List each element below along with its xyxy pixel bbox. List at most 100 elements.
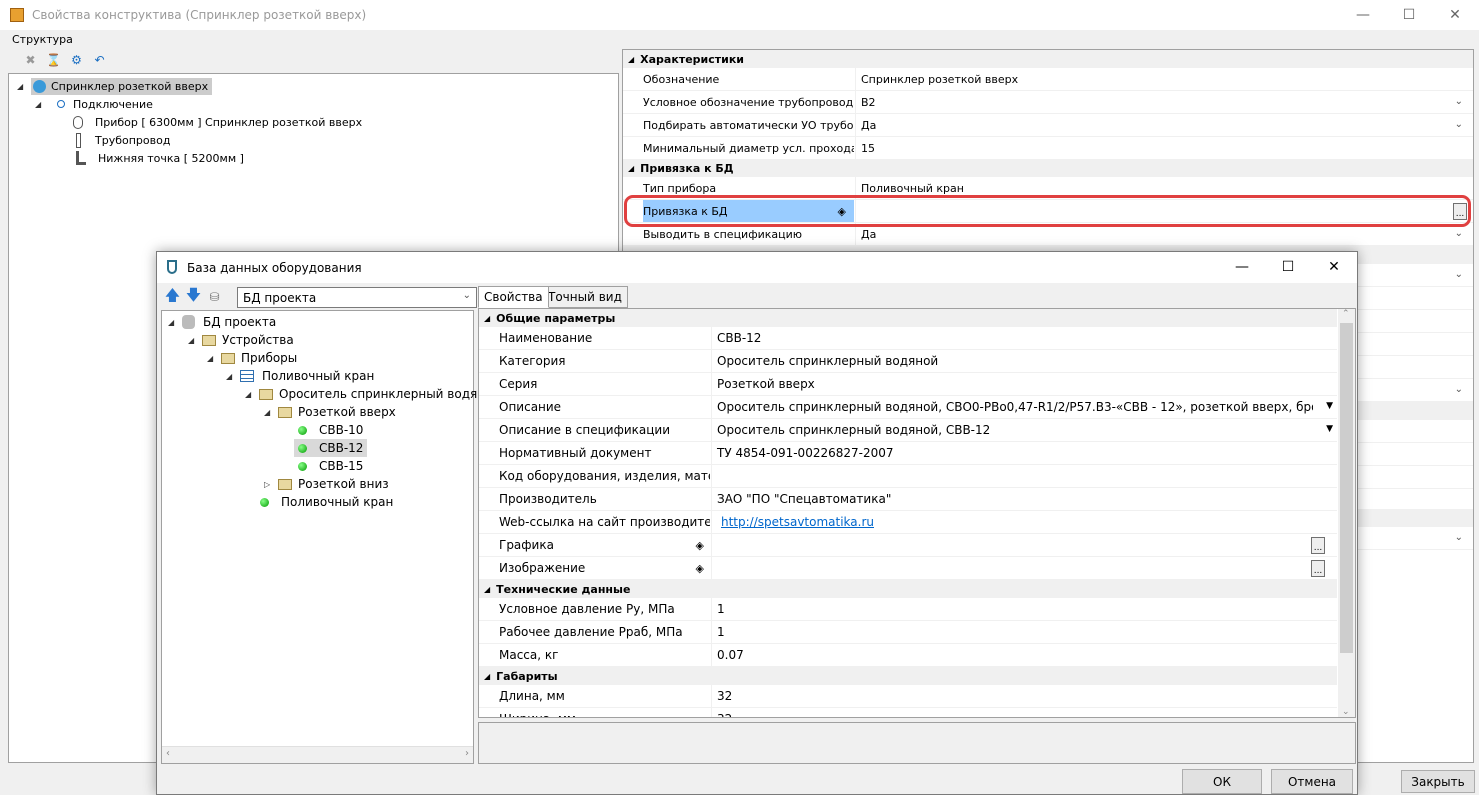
db-nav-toolbar: 🡅 🡇 ⛁ БД проекта ⌄ xyxy=(164,286,477,308)
dropdown-arrow-icon[interactable]: ▼ xyxy=(1326,401,1333,411)
tree-item-connection[interactable]: ◢ Подключение xyxy=(35,95,153,113)
minimize-icon[interactable]: — xyxy=(1340,0,1386,30)
tree-item-instruments[interactable]: ◢ Приборы xyxy=(207,349,297,367)
filter-icon[interactable]: ⌛ xyxy=(45,52,62,68)
maximize-icon[interactable]: ☐ xyxy=(1265,252,1311,282)
tree-item-label: Нижняя точка [ 5200мм ] xyxy=(98,151,244,165)
minimize-icon[interactable]: — xyxy=(1219,252,1265,282)
prop-row[interactable]: Нормативный документ ТУ 4854-091-00226827… xyxy=(479,442,1337,465)
prop-row[interactable]: Масса, кг 0.07 xyxy=(479,644,1337,667)
scroll-up-icon[interactable]: ⌃ xyxy=(1342,309,1350,319)
expand-icon[interactable]: ◢ xyxy=(188,336,196,345)
undo-icon[interactable]: ↶ xyxy=(91,52,108,68)
dropdown-arrow-icon[interactable]: ▼ xyxy=(1326,424,1333,434)
prop-row[interactable]: Наименование СВВ-12 xyxy=(479,327,1337,350)
prop-row[interactable]: Графика ◈... xyxy=(479,534,1337,557)
expand-icon[interactable]: ◢ xyxy=(264,408,272,417)
tree-item-rosette-down[interactable]: ▷ Розеткой вниз xyxy=(264,475,389,493)
close-icon[interactable]: ✕ xyxy=(1432,0,1478,30)
tree-item-watering-tap-table[interactable]: ◢ Поливочный кран xyxy=(226,367,374,385)
db-tree[interactable]: ◢ БД проекта ◢ Устройства ◢ Приборы ◢ По… xyxy=(161,310,492,764)
prop-row[interactable]: Рабочее давление Рраб, МПа 1 xyxy=(479,621,1337,644)
chevron-down-icon[interactable]: ⌄ xyxy=(1455,269,1463,280)
expand-icon[interactable]: ◢ xyxy=(226,372,234,381)
collapse-icon[interactable]: ◢ xyxy=(484,672,490,681)
expand-icon[interactable]: ◢ xyxy=(245,390,253,399)
prop-row[interactable]: Серия Розеткой вверх xyxy=(479,373,1337,396)
prop-row[interactable]: Длина, мм 32 xyxy=(479,685,1337,708)
maximize-icon[interactable]: ☐ xyxy=(1386,0,1432,30)
arrow-up-icon[interactable]: 🡅 xyxy=(164,286,181,305)
cancel-button[interactable]: Отмена xyxy=(1271,769,1353,794)
tree-item-watering-tap[interactable]: Поливочный кран xyxy=(260,493,393,511)
prop-row[interactable]: Категория Ороситель спринклерный водяной xyxy=(479,350,1337,373)
close-icon[interactable]: ✕ xyxy=(1311,252,1357,282)
tree-item-bottom-point[interactable]: Нижняя точка [ 5200мм ] xyxy=(73,149,244,167)
chevron-down-icon[interactable]: ⌄ xyxy=(463,290,471,301)
horizontal-scrollbar[interactable]: ‹ › xyxy=(162,746,473,763)
prop-row[interactable]: Web-ссылка на сайт производителя http://s… xyxy=(479,511,1337,534)
expand-icon[interactable]: ◢ xyxy=(17,82,25,91)
collapse-icon[interactable]: ◢ xyxy=(628,164,634,173)
chevron-down-icon[interactable]: ⌄ xyxy=(1455,228,1463,239)
chevron-down-icon[interactable]: ⌄ xyxy=(1455,119,1463,130)
sprinkler-icon xyxy=(33,79,46,93)
db-select[interactable]: БД проекта ⌄ xyxy=(237,287,477,308)
chevron-down-icon[interactable]: ⌄ xyxy=(1455,384,1463,395)
category-technical[interactable]: ◢ Технические данные xyxy=(479,580,1337,598)
tree-item-rosette-up[interactable]: ◢ Розеткой вверх xyxy=(264,403,396,421)
tree-item-sprinkler-type[interactable]: ◢ Ороситель спринклерный водяно xyxy=(245,385,492,403)
tab-properties[interactable]: Свойства xyxy=(478,286,549,308)
delete-icon[interactable]: ✖ xyxy=(22,52,39,68)
prop-row[interactable]: Подбирать автоматически УО трубопр... Да… xyxy=(623,114,1473,137)
category-dimensions[interactable]: ◢ Габариты xyxy=(479,667,1337,685)
close-button[interactable]: Закрыть xyxy=(1401,770,1475,793)
item-dot-icon xyxy=(260,497,269,507)
expand-icon[interactable]: ◢ xyxy=(168,318,176,327)
prop-row[interactable]: Условное давление Ру, МПа 1 xyxy=(479,598,1337,621)
category-characteristics[interactable]: ◢ Характеристики xyxy=(623,50,1473,69)
chevron-down-icon[interactable]: ⌄ xyxy=(1455,532,1463,543)
tree-item-devices[interactable]: ◢ Устройства xyxy=(188,331,294,349)
scroll-thumb[interactable] xyxy=(1340,323,1353,653)
prop-row[interactable]: Производитель ЗАО "ПО "Спецавтоматика" xyxy=(479,488,1337,511)
tree-item-db[interactable]: ◢ БД проекта xyxy=(168,313,276,331)
category-db-binding[interactable]: ◢ Привязка к БД xyxy=(623,159,1473,178)
database-icon[interactable]: ⛁ xyxy=(206,289,223,305)
browse-button[interactable]: ... xyxy=(1311,537,1325,554)
tree-item-pipe[interactable]: Трубопровод xyxy=(73,131,170,149)
scroll-right-icon[interactable]: › xyxy=(465,748,469,759)
prop-row[interactable]: Код оборудования, изделия, матери... xyxy=(479,465,1337,488)
manufacturer-link[interactable]: http://spetsavtomatika.ru xyxy=(721,515,874,529)
prop-row[interactable]: Ширина, мм32 xyxy=(479,708,1337,717)
collapse-icon[interactable]: ◢ xyxy=(484,314,490,323)
folder-icon xyxy=(278,406,292,418)
ok-button[interactable]: ОК xyxy=(1182,769,1262,794)
tree-item-svv12[interactable]: СВВ-12 xyxy=(294,439,368,457)
prop-row[interactable]: Минимальный диаметр усл. прохода по... 1… xyxy=(623,137,1473,160)
category-general[interactable]: ◢ Общие параметры xyxy=(479,309,1337,327)
browse-button[interactable]: ... xyxy=(1311,560,1325,577)
vertical-scrollbar[interactable]: ⌃ ⌄ xyxy=(1338,309,1355,717)
expand-icon[interactable]: ▷ xyxy=(264,480,272,489)
prop-row[interactable]: Обозначение Спринклер розеткой вверх xyxy=(623,68,1473,91)
prop-row[interactable]: Изображение ◈... xyxy=(479,557,1337,580)
prop-row[interactable]: Описание в спецификации Ороситель спринкл… xyxy=(479,419,1337,442)
tree-item-device[interactable]: Прибор [ 6300мм ] Спринклер розеткой вве… xyxy=(73,113,362,131)
chevron-down-icon[interactable]: ⌄ xyxy=(1455,96,1463,107)
tab-exact-view[interactable]: Точный вид xyxy=(542,286,628,308)
tree-item-sprinkler[interactable]: ◢ Спринклер розеткой вверх xyxy=(17,77,213,95)
scroll-left-icon[interactable]: ‹ xyxy=(166,748,170,759)
prop-row[interactable]: Описание Ороситель спринклерный водяной, … xyxy=(479,396,1337,419)
prop-row[interactable]: Условное обозначение трубопровода В2 ⌄ xyxy=(623,91,1473,114)
expand-icon[interactable]: ◢ xyxy=(35,100,43,109)
expand-icon[interactable]: ◢ xyxy=(207,354,215,363)
arrow-down-icon[interactable]: 🡇 xyxy=(185,286,202,305)
scroll-down-icon[interactable]: ⌄ xyxy=(1342,707,1350,717)
collapse-icon[interactable]: ◢ xyxy=(484,585,490,594)
tree-item-svv10[interactable]: СВВ-10 xyxy=(298,421,363,439)
sprinkler-icon[interactable]: ⚙ xyxy=(68,52,85,68)
equipment-properties-grid[interactable]: ◢ Общие параметры Наименование СВВ-12 Кат… xyxy=(478,308,1356,718)
collapse-icon[interactable]: ◢ xyxy=(628,55,634,64)
tree-item-svv15[interactable]: СВВ-15 xyxy=(298,457,363,475)
